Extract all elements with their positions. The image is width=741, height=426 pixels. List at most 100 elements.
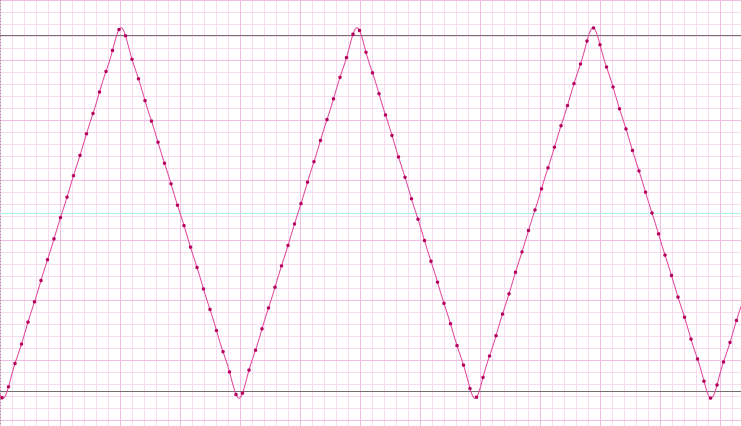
- data-point: [162, 161, 167, 165]
- data-point: [513, 270, 518, 274]
- data-point: [182, 223, 186, 228]
- data-point: [448, 322, 453, 326]
- data-point: [377, 92, 381, 96]
- data-point: [221, 349, 225, 354]
- chart-svg: [0, 0, 741, 426]
- data-point: [520, 250, 524, 254]
- data-point: [422, 238, 427, 243]
- data-point: [552, 145, 557, 149]
- data-point: [383, 113, 388, 117]
- data-point: [286, 243, 290, 248]
- data-point: [169, 182, 173, 186]
- data-point: [702, 379, 706, 383]
- data-point: [611, 85, 615, 89]
- data-point: [429, 259, 433, 263]
- data-point: [32, 300, 37, 304]
- data-point: [6, 385, 11, 389]
- data-point: [234, 392, 238, 397]
- data-point: [455, 343, 459, 348]
- data-point: [442, 301, 446, 306]
- data-point: [143, 98, 147, 103]
- data-point: [364, 50, 368, 54]
- data-point: [676, 295, 680, 299]
- data-point: [572, 81, 576, 86]
- data-point: [104, 69, 108, 74]
- data-point: [273, 285, 277, 289]
- data-point: [240, 391, 245, 395]
- data-point: [292, 222, 297, 226]
- data-point: [136, 77, 141, 81]
- data-point: [539, 187, 544, 191]
- data-point: [26, 320, 30, 324]
- data-point: [695, 357, 700, 361]
- data-point: [578, 62, 583, 66]
- data-point: [474, 395, 479, 399]
- data-point: [338, 75, 342, 80]
- data-point: [643, 190, 648, 194]
- data-point: [266, 306, 271, 310]
- data-point: [559, 124, 563, 128]
- chart-plot-area: [0, 0, 741, 426]
- data-point: [91, 111, 95, 116]
- data-point: [682, 315, 687, 319]
- data-point: [546, 166, 550, 170]
- data-point: [305, 180, 310, 184]
- data-point: [689, 337, 693, 341]
- data-point: [669, 273, 674, 278]
- data-point: [409, 197, 414, 201]
- data-point: [500, 312, 505, 316]
- data-point: [461, 363, 466, 367]
- data-point: [312, 159, 316, 164]
- data-point: [214, 328, 219, 333]
- data-point: [565, 103, 570, 108]
- data-point: [260, 327, 264, 331]
- reference-lines: [0, 0, 741, 426]
- data-point: [13, 361, 17, 366]
- data-point: [325, 117, 329, 122]
- data-point: [331, 97, 336, 101]
- data-point: [156, 140, 160, 144]
- data-point: [318, 138, 323, 143]
- data-point: [604, 65, 609, 69]
- data-point: [403, 175, 407, 179]
- data-point: [494, 334, 498, 338]
- data-point: [630, 148, 635, 153]
- data-point: [416, 217, 420, 221]
- data-point: [585, 39, 589, 43]
- data-point: [201, 287, 206, 291]
- data-point: [123, 34, 128, 38]
- data-point: [344, 55, 349, 60]
- data-point: [19, 342, 24, 346]
- data-point: [390, 133, 394, 138]
- data-point: [656, 232, 661, 236]
- data-point: [279, 264, 284, 268]
- data-point: [396, 155, 401, 159]
- data-point: [175, 203, 180, 207]
- data-point: [0, 396, 4, 400]
- data-point: [624, 127, 628, 131]
- data-point: [97, 90, 102, 94]
- data-point: [468, 386, 472, 391]
- data-point: [591, 26, 596, 30]
- data-point: [357, 28, 362, 33]
- data-point: [734, 318, 739, 323]
- data-point: [188, 245, 193, 249]
- data-point: [299, 201, 303, 206]
- data-point: [598, 43, 602, 47]
- data-point: [617, 107, 622, 111]
- data-point: [149, 119, 154, 123]
- data-point: [526, 228, 531, 233]
- data-point: [721, 360, 726, 364]
- data-point: [52, 237, 56, 241]
- data-point: [637, 169, 641, 173]
- data-point: [78, 153, 82, 158]
- data-point: [507, 292, 511, 296]
- data-point: [227, 370, 232, 374]
- marker-layer: [0, 26, 739, 400]
- data-point: [708, 396, 713, 400]
- data-point: [650, 211, 654, 215]
- data-point: [435, 280, 440, 284]
- data-point: [247, 368, 251, 372]
- data-point: [65, 195, 69, 199]
- data-point: [195, 265, 199, 270]
